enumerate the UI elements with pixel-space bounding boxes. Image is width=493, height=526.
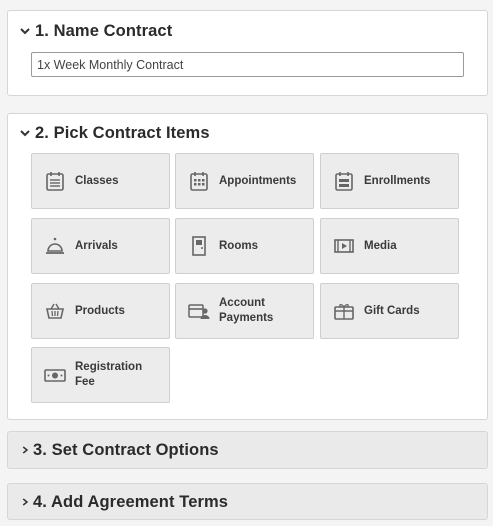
- tile-label: Media: [364, 239, 397, 252]
- tile-gift-cards[interactable]: Gift Cards: [320, 283, 459, 339]
- tile-media[interactable]: Media: [320, 218, 459, 274]
- tile-rooms[interactable]: Rooms: [175, 218, 314, 274]
- pick-contract-items-header[interactable]: 2. Pick Contract Items: [19, 115, 210, 151]
- tile-label: Gift Cards: [364, 304, 420, 317]
- tile-label: Appointments: [219, 174, 297, 187]
- set-contract-options-header[interactable]: 3. Set Contract Options: [21, 432, 219, 468]
- basket-icon: [46, 303, 64, 319]
- chevron-right-icon: [22, 446, 29, 454]
- appointments-calendar-icon: [190, 172, 208, 191]
- classes-icon: [46, 172, 64, 191]
- chevron-down-icon: [20, 28, 30, 35]
- tile-products[interactable]: Products: [31, 283, 170, 339]
- tile-label: Arrivals: [75, 239, 118, 252]
- chevron-right-icon: [22, 498, 29, 506]
- cash-icon: [44, 369, 66, 382]
- tile-label: Enrollments: [364, 174, 431, 187]
- name-contract-title: 1. Name Contract: [35, 21, 173, 40]
- tile-arrivals[interactable]: Arrivals: [31, 218, 170, 274]
- tile-account-payments[interactable]: Account Payments: [175, 283, 314, 339]
- pick-contract-items-title: 2. Pick Contract Items: [35, 123, 210, 142]
- add-agreement-terms-header[interactable]: 4. Add Agreement Terms: [21, 484, 228, 520]
- chevron-down-icon: [20, 130, 30, 137]
- gift-card-icon: [334, 304, 354, 320]
- account-payments-icon: [188, 304, 210, 319]
- add-agreement-terms-title: 4. Add Agreement Terms: [33, 492, 229, 511]
- tile-enrollments[interactable]: Enrollments: [320, 153, 459, 209]
- tile-label: Account Payments: [219, 297, 274, 324]
- set-contract-options-panel[interactable]: 3. Set Contract Options: [7, 431, 488, 469]
- enrollments-icon: [335, 172, 353, 191]
- media-film-icon: [334, 239, 354, 253]
- add-agreement-terms-panel[interactable]: 4. Add Agreement Terms: [7, 483, 488, 520]
- set-contract-options-title: 3. Set Contract Options: [33, 440, 219, 459]
- tile-label: Products: [75, 304, 125, 317]
- tile-registration-fee[interactable]: Registration Fee: [31, 347, 170, 403]
- contract-name-input[interactable]: [31, 52, 464, 77]
- name-contract-header[interactable]: 1. Name Contract: [19, 13, 172, 49]
- tile-label: Classes: [75, 174, 119, 187]
- name-contract-panel: 1. Name Contract: [7, 10, 488, 96]
- tile-label: Rooms: [219, 239, 258, 252]
- service-bell-icon: [46, 237, 64, 254]
- tile-appointments[interactable]: Appointments: [175, 153, 314, 209]
- tile-classes[interactable]: Classes: [31, 153, 170, 209]
- pick-contract-items-panel: 2. Pick Contract Items Classes Appointme…: [7, 113, 488, 420]
- tile-label: Registration Fee: [75, 361, 143, 388]
- door-icon: [192, 236, 206, 256]
